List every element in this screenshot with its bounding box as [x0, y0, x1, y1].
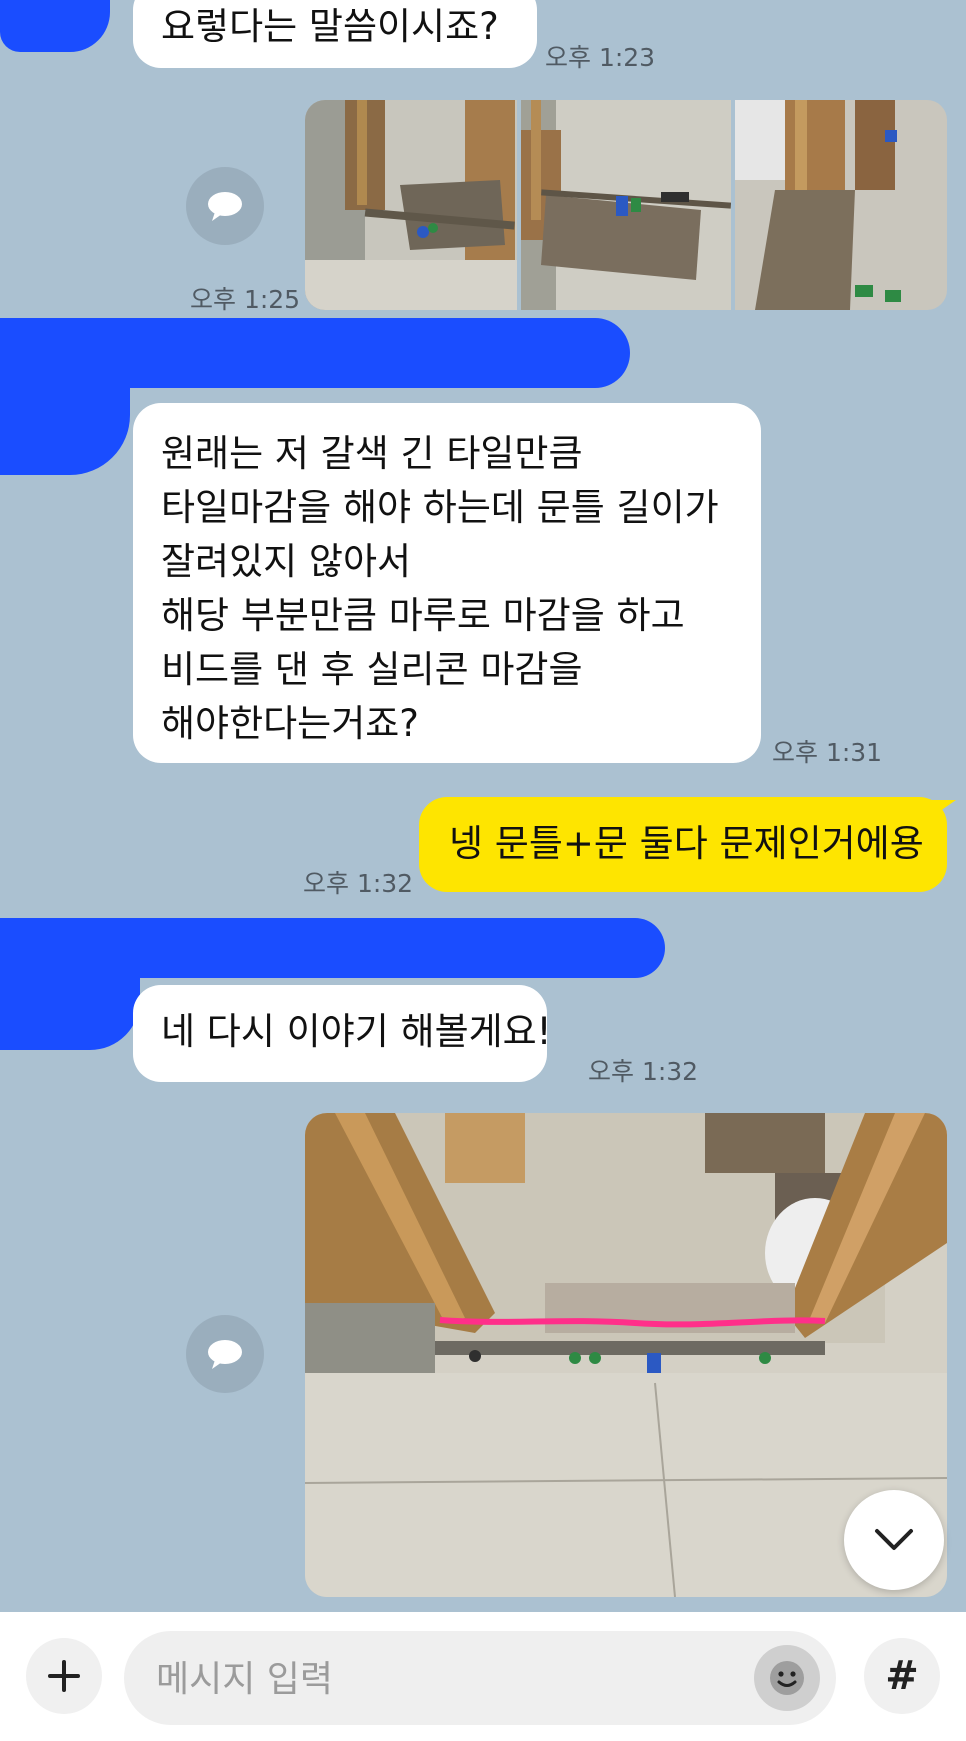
photo-thumbnail[interactable]: [305, 100, 517, 310]
emoji-button[interactable]: [754, 1645, 820, 1711]
message-text: 잘려있지 않아서: [161, 540, 412, 583]
attach-button[interactable]: [26, 1638, 102, 1714]
redaction-mark: [0, 375, 130, 475]
plus-icon: [48, 1660, 80, 1692]
photo-thumbnail[interactable]: [521, 100, 731, 310]
message-input-field[interactable]: [124, 1631, 836, 1727]
emoji-icon: [770, 1661, 804, 1695]
message-timestamp: 오후 1:32: [303, 869, 414, 898]
message-text: 해당 부분만큼 마루로 마감을 하고: [161, 594, 685, 637]
message-input[interactable]: [154, 1631, 718, 1727]
message-text: 요렇다는 말씀이시죠?: [161, 5, 499, 48]
message-bubble-received[interactable]: 요렇다는 말씀이시죠?: [133, 0, 537, 68]
message-text: 네 다시 이야기 해볼게요!: [161, 1010, 552, 1053]
redaction-mark: [0, 0, 110, 52]
message-bubble-sent[interactable]: 넹 문틀+문 둘다 문제인거에용: [419, 797, 947, 892]
message-bubble-received[interactable]: 원래는 저 갈색 긴 타일만큼 타일마감을 해야 하는데 문틀 길이가 잘려있지…: [133, 403, 761, 763]
message-timestamp: 오후 1:32: [588, 1057, 699, 1086]
hash-icon: #: [885, 1653, 919, 1699]
message-composer: #: [0, 1612, 966, 1741]
message-bubble-received[interactable]: 네 다시 이야기 해볼게요!: [133, 985, 552, 1082]
share-button[interactable]: [186, 1315, 264, 1393]
message-text: 넹 문틀+문 둘다 문제인거에용: [449, 822, 924, 865]
hashtag-button[interactable]: #: [864, 1638, 940, 1714]
message-text: 해야한다는거죠?: [161, 702, 419, 745]
redaction-mark: [0, 960, 140, 1050]
share-button[interactable]: [186, 167, 264, 245]
message-text: 타일마감을 해야 하는데 문틀 길이가: [161, 486, 719, 529]
share-icon: [208, 192, 242, 221]
share-icon: [208, 1340, 242, 1369]
message-text: 비드를 댄 후 실리콘 마감을: [161, 648, 583, 691]
chat-area[interactable]: 요렇다는 말씀이시죠? 오후 1:23 오후 1:25 원래는 저 갈색 긴 타…: [0, 0, 966, 1612]
message-timestamp: 오후 1:25: [190, 285, 301, 314]
scroll-to-bottom-button[interactable]: [844, 1490, 944, 1590]
photo-thumbnail[interactable]: [735, 100, 947, 310]
message-timestamp: 오후 1:31: [772, 738, 883, 767]
message-text: 원래는 저 갈색 긴 타일만큼: [161, 432, 583, 475]
message-timestamp: 오후 1:23: [545, 43, 656, 72]
chevron-down-icon: [875, 1529, 913, 1550]
bubble-tail: [930, 800, 956, 818]
